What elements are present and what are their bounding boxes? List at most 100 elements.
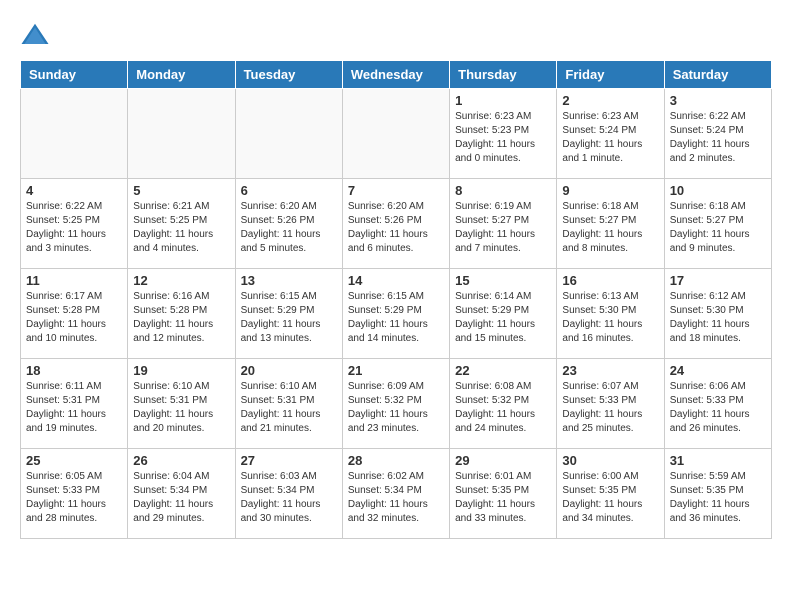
calendar-cell: 4 Sunrise: 6:22 AM Sunset: 5:25 PM Daylig… xyxy=(21,179,128,269)
week-row-5: 25Sunrise: 6:05 AM Sunset: 5:33 PM Dayli… xyxy=(21,449,772,539)
day-info: Sunrise: 6:20 AM Sunset: 5:26 PM Dayligh… xyxy=(241,200,337,256)
day-number: 24 xyxy=(670,363,766,378)
day-info: Sunrise: 6:21 AM Sunset: 5:25 PM Dayligh… xyxy=(133,200,229,256)
calendar-cell: 23 Sunrise: 6:07 AM Sunset: 5:33 PM Dayli… xyxy=(557,359,664,449)
day-number: 23 xyxy=(562,363,658,378)
day-info: Sunrise: 6:18 AM Sunset: 5:27 PM Dayligh… xyxy=(562,200,658,256)
weekday-header-tuesday: Tuesday xyxy=(235,61,342,89)
day-info: Sunrise: 6:10 AM Sunset: 5:31 PM Dayligh… xyxy=(241,380,337,436)
day-info: Sunrise: 6:18 AM Sunset: 5:27 PM Dayligh… xyxy=(670,200,766,256)
day-info: Sunrise: 6:17 AM Sunset: 5:28 PM Dayligh… xyxy=(26,290,122,346)
day-number: 31 xyxy=(670,453,766,468)
calendar-cell: 17 Sunrise: 6:12 AM Sunset: 5:30 PM Dayli… xyxy=(664,269,771,359)
day-info: Sunrise: 5:59 AM Sunset: 5:35 PM Dayligh… xyxy=(670,470,766,526)
weekday-header-friday: Friday xyxy=(557,61,664,89)
weekday-header-thursday: Thursday xyxy=(450,61,557,89)
calendar-cell: 22Sunrise: 6:08 AM Sunset: 5:32 PM Dayli… xyxy=(450,359,557,449)
calendar-cell: 5 Sunrise: 6:21 AM Sunset: 5:25 PM Daylig… xyxy=(128,179,235,269)
calendar-cell: 20 Sunrise: 6:10 AM Sunset: 5:31 PM Dayli… xyxy=(235,359,342,449)
calendar-cell xyxy=(21,89,128,179)
week-row-4: 18Sunrise: 6:11 AM Sunset: 5:31 PM Dayli… xyxy=(21,359,772,449)
calendar-cell: 16 Sunrise: 6:13 AM Sunset: 5:30 PM Dayli… xyxy=(557,269,664,359)
calendar-cell: 27 Sunrise: 6:03 AM Sunset: 5:34 PM Dayli… xyxy=(235,449,342,539)
weekday-header-sunday: Sunday xyxy=(21,61,128,89)
day-number: 30 xyxy=(562,453,658,468)
calendar-cell xyxy=(342,89,449,179)
day-info: Sunrise: 6:15 AM Sunset: 5:29 PM Dayligh… xyxy=(241,290,337,346)
logo xyxy=(20,20,54,50)
calendar-cell: 14 Sunrise: 6:15 AM Sunset: 5:29 PM Dayli… xyxy=(342,269,449,359)
calendar-cell: 11 Sunrise: 6:17 AM Sunset: 5:28 PM Dayli… xyxy=(21,269,128,359)
day-info: Sunrise: 6:02 AM Sunset: 5:34 PM Dayligh… xyxy=(348,470,444,526)
day-info: Sunrise: 6:14 AM Sunset: 5:29 PM Dayligh… xyxy=(455,290,551,346)
day-number: 27 xyxy=(241,453,337,468)
day-number: 29 xyxy=(455,453,551,468)
day-info: Sunrise: 6:22 AM Sunset: 5:25 PM Dayligh… xyxy=(26,200,122,256)
day-number: 6 xyxy=(241,183,337,198)
day-number: 15 xyxy=(455,273,551,288)
calendar-cell: 18Sunrise: 6:11 AM Sunset: 5:31 PM Dayli… xyxy=(21,359,128,449)
calendar-cell: 15 Sunrise: 6:14 AM Sunset: 5:29 PM Dayli… xyxy=(450,269,557,359)
calendar-cell: 21 Sunrise: 6:09 AM Sunset: 5:32 PM Dayli… xyxy=(342,359,449,449)
day-number: 12 xyxy=(133,273,229,288)
calendar-cell: 25Sunrise: 6:05 AM Sunset: 5:33 PM Dayli… xyxy=(21,449,128,539)
day-number: 1 xyxy=(455,93,551,108)
day-info: Sunrise: 6:07 AM Sunset: 5:33 PM Dayligh… xyxy=(562,380,658,436)
day-info: Sunrise: 6:04 AM Sunset: 5:34 PM Dayligh… xyxy=(133,470,229,526)
week-row-2: 4 Sunrise: 6:22 AM Sunset: 5:25 PM Daylig… xyxy=(21,179,772,269)
day-info: Sunrise: 6:00 AM Sunset: 5:35 PM Dayligh… xyxy=(562,470,658,526)
calendar-cell: 1 Sunrise: 6:23 AM Sunset: 5:23 PM Daylig… xyxy=(450,89,557,179)
day-info: Sunrise: 6:10 AM Sunset: 5:31 PM Dayligh… xyxy=(133,380,229,436)
day-number: 17 xyxy=(670,273,766,288)
day-number: 2 xyxy=(562,93,658,108)
weekday-header-saturday: Saturday xyxy=(664,61,771,89)
day-info: Sunrise: 6:15 AM Sunset: 5:29 PM Dayligh… xyxy=(348,290,444,346)
calendar-cell: 13 Sunrise: 6:15 AM Sunset: 5:29 PM Dayli… xyxy=(235,269,342,359)
day-info: Sunrise: 6:05 AM Sunset: 5:33 PM Dayligh… xyxy=(26,470,122,526)
week-row-3: 11 Sunrise: 6:17 AM Sunset: 5:28 PM Dayli… xyxy=(21,269,772,359)
calendar-cell: 30 Sunrise: 6:00 AM Sunset: 5:35 PM Dayli… xyxy=(557,449,664,539)
day-info: Sunrise: 6:23 AM Sunset: 5:24 PM Dayligh… xyxy=(562,110,658,166)
day-info: Sunrise: 6:13 AM Sunset: 5:30 PM Dayligh… xyxy=(562,290,658,346)
day-info: Sunrise: 6:12 AM Sunset: 5:30 PM Dayligh… xyxy=(670,290,766,346)
day-number: 13 xyxy=(241,273,337,288)
day-number: 22 xyxy=(455,363,551,378)
day-info: Sunrise: 6:06 AM Sunset: 5:33 PM Dayligh… xyxy=(670,380,766,436)
calendar-cell: 9 Sunrise: 6:18 AM Sunset: 5:27 PM Daylig… xyxy=(557,179,664,269)
day-info: Sunrise: 6:23 AM Sunset: 5:23 PM Dayligh… xyxy=(455,110,551,166)
day-info: Sunrise: 6:09 AM Sunset: 5:32 PM Dayligh… xyxy=(348,380,444,436)
day-number: 16 xyxy=(562,273,658,288)
calendar-cell: 7 Sunrise: 6:20 AM Sunset: 5:26 PM Daylig… xyxy=(342,179,449,269)
calendar-cell: 29 Sunrise: 6:01 AM Sunset: 5:35 PM Dayli… xyxy=(450,449,557,539)
day-info: Sunrise: 6:11 AM Sunset: 5:31 PM Dayligh… xyxy=(26,380,122,436)
calendar-cell xyxy=(128,89,235,179)
day-number: 7 xyxy=(348,183,444,198)
calendar-cell: 24 Sunrise: 6:06 AM Sunset: 5:33 PM Dayli… xyxy=(664,359,771,449)
day-number: 28 xyxy=(348,453,444,468)
calendar-cell: 10 Sunrise: 6:18 AM Sunset: 5:27 PM Dayli… xyxy=(664,179,771,269)
calendar-cell: 26 Sunrise: 6:04 AM Sunset: 5:34 PM Dayli… xyxy=(128,449,235,539)
day-number: 19 xyxy=(133,363,229,378)
calendar-cell: 6 Sunrise: 6:20 AM Sunset: 5:26 PM Daylig… xyxy=(235,179,342,269)
day-number: 11 xyxy=(26,273,122,288)
day-number: 5 xyxy=(133,183,229,198)
calendar: SundayMondayTuesdayWednesdayThursdayFrid… xyxy=(20,60,772,539)
day-number: 20 xyxy=(241,363,337,378)
day-info: Sunrise: 6:03 AM Sunset: 5:34 PM Dayligh… xyxy=(241,470,337,526)
day-number: 21 xyxy=(348,363,444,378)
calendar-cell: 31 Sunrise: 5:59 AM Sunset: 5:35 PM Dayli… xyxy=(664,449,771,539)
day-number: 4 xyxy=(26,183,122,198)
weekday-header-monday: Monday xyxy=(128,61,235,89)
calendar-cell: 3Sunrise: 6:22 AM Sunset: 5:24 PM Daylig… xyxy=(664,89,771,179)
day-number: 10 xyxy=(670,183,766,198)
day-number: 14 xyxy=(348,273,444,288)
day-number: 3 xyxy=(670,93,766,108)
page-header xyxy=(20,20,772,50)
calendar-header: SundayMondayTuesdayWednesdayThursdayFrid… xyxy=(21,61,772,89)
day-info: Sunrise: 6:20 AM Sunset: 5:26 PM Dayligh… xyxy=(348,200,444,256)
day-info: Sunrise: 6:01 AM Sunset: 5:35 PM Dayligh… xyxy=(455,470,551,526)
day-number: 9 xyxy=(562,183,658,198)
calendar-body: 1 Sunrise: 6:23 AM Sunset: 5:23 PM Daylig… xyxy=(21,89,772,539)
day-number: 26 xyxy=(133,453,229,468)
day-number: 8 xyxy=(455,183,551,198)
